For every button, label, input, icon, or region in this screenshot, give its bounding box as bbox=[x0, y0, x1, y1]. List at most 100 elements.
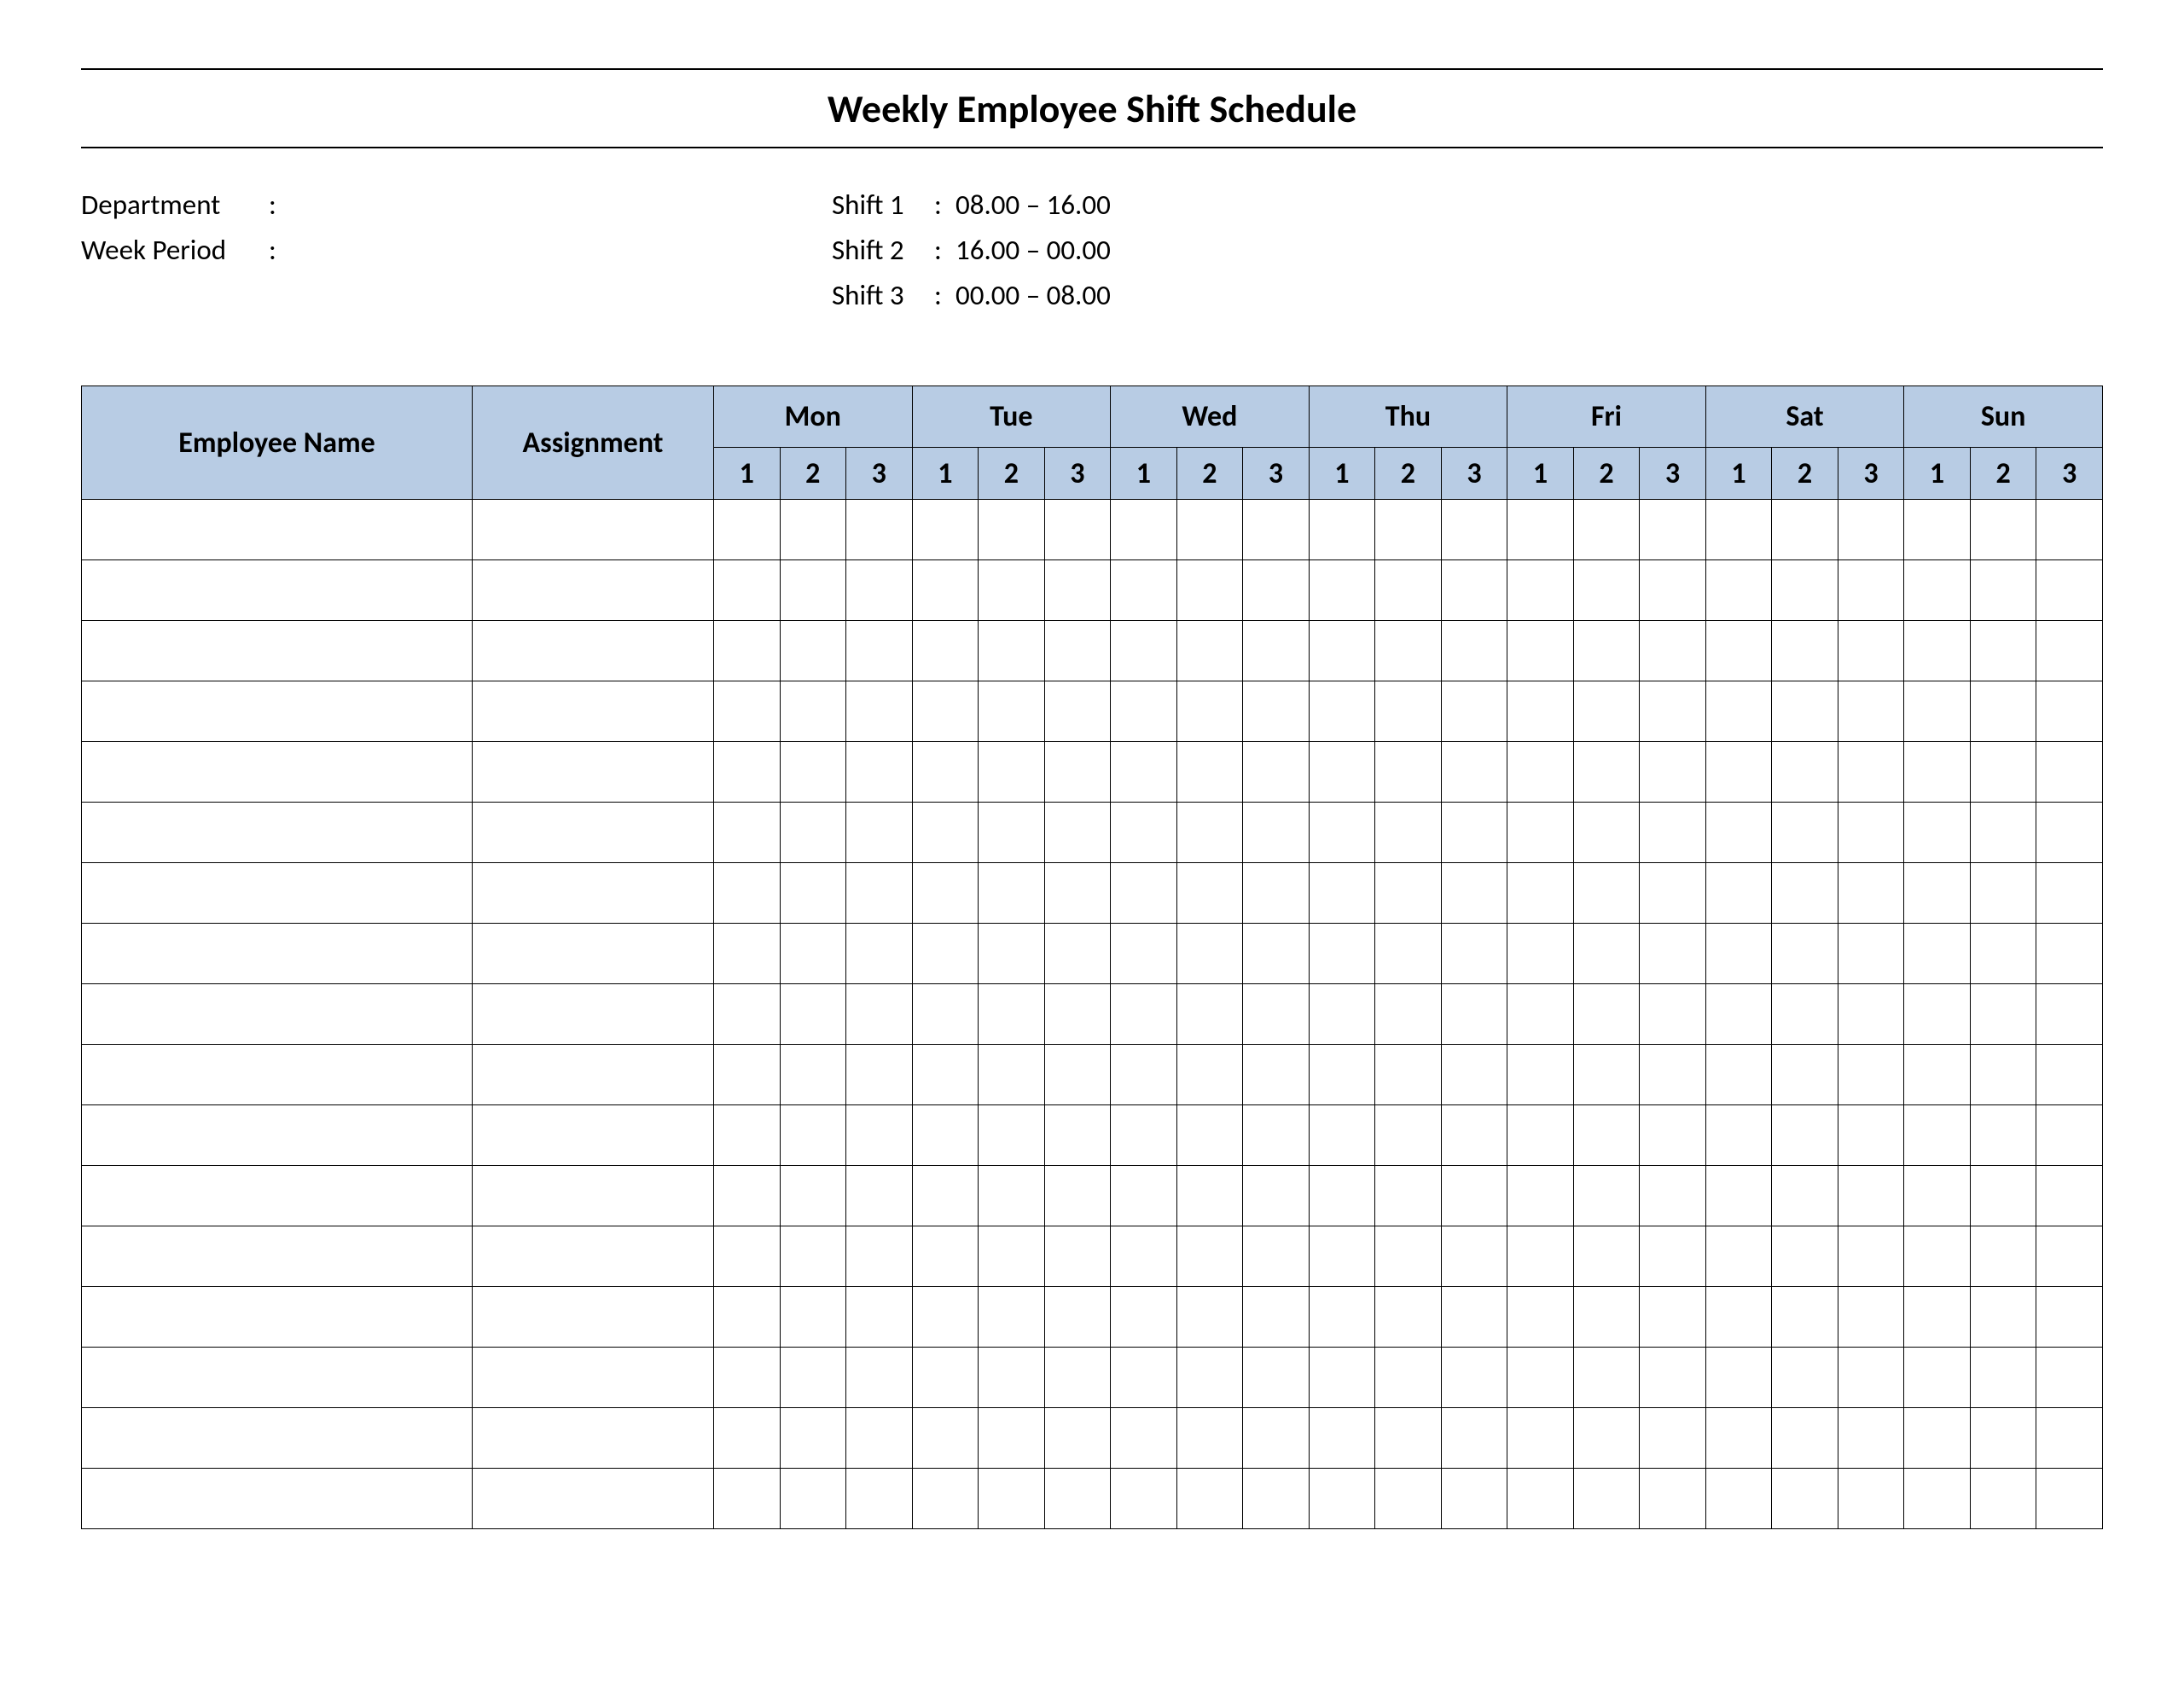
shift-cell bbox=[979, 924, 1045, 984]
department-label: Department bbox=[81, 183, 269, 228]
shift-cell bbox=[1243, 1166, 1310, 1226]
shift-cell bbox=[1573, 863, 1640, 924]
shift-cell bbox=[1176, 621, 1243, 681]
shift-cell bbox=[1111, 984, 1177, 1045]
shift-cell bbox=[780, 621, 846, 681]
shift-cell bbox=[1441, 1408, 1507, 1469]
shift-cell bbox=[714, 1045, 781, 1105]
shift-cell bbox=[1044, 1287, 1111, 1348]
employee-name-cell bbox=[82, 1408, 473, 1469]
shift-cell bbox=[1243, 984, 1310, 1045]
shift-cell bbox=[1507, 1045, 1574, 1105]
shift-cell bbox=[1507, 681, 1574, 742]
shift-cell bbox=[912, 863, 979, 924]
shift-cell bbox=[780, 863, 846, 924]
shift-cell bbox=[1705, 803, 1772, 863]
shift-cell bbox=[1044, 1045, 1111, 1105]
shift-cell bbox=[1375, 1045, 1442, 1105]
shift-cell bbox=[1640, 803, 1706, 863]
shift-cell bbox=[912, 560, 979, 621]
table-row bbox=[82, 984, 2103, 1045]
shift-cell bbox=[979, 560, 1045, 621]
shift-cell bbox=[1904, 863, 1971, 924]
shift-cell bbox=[1640, 742, 1706, 803]
shift-cell bbox=[1970, 924, 2036, 984]
shift-cell bbox=[1507, 863, 1574, 924]
shift-cell bbox=[1375, 681, 1442, 742]
shift-cell bbox=[1176, 1348, 1243, 1408]
shift-cell bbox=[1243, 1226, 1310, 1287]
shift-cell bbox=[1705, 742, 1772, 803]
shift-cell bbox=[912, 681, 979, 742]
shift-cell bbox=[912, 1408, 979, 1469]
shift-cell bbox=[1772, 1105, 1838, 1166]
shift-cell bbox=[846, 1408, 913, 1469]
shift-cell bbox=[1441, 742, 1507, 803]
shift-cell bbox=[1573, 500, 1640, 560]
assignment-header: Assignment bbox=[473, 386, 714, 500]
shift-cell bbox=[714, 1469, 781, 1529]
shift-cell bbox=[1176, 681, 1243, 742]
shift-cell bbox=[1111, 1348, 1177, 1408]
table-row bbox=[82, 1045, 2103, 1105]
shift-cell bbox=[1573, 1045, 1640, 1105]
shift-cell bbox=[1640, 681, 1706, 742]
shift-cell bbox=[912, 803, 979, 863]
shift-cell bbox=[2036, 1226, 2103, 1287]
shift-cell bbox=[780, 1166, 846, 1226]
shift-cell bbox=[1705, 681, 1772, 742]
shift-cell bbox=[714, 1105, 781, 1166]
shift-cell bbox=[1705, 1166, 1772, 1226]
shift-cell bbox=[1573, 1408, 1640, 1469]
shift-num-header: 1 bbox=[1705, 448, 1772, 500]
shift-cell bbox=[1838, 924, 1904, 984]
shift-cell bbox=[846, 1348, 913, 1408]
shift-cell bbox=[2036, 863, 2103, 924]
shift-cell bbox=[1441, 1469, 1507, 1529]
shift-cell bbox=[2036, 681, 2103, 742]
shift-cell bbox=[846, 500, 913, 560]
assignment-cell bbox=[473, 863, 714, 924]
employee-name-cell bbox=[82, 924, 473, 984]
employee-name-cell bbox=[82, 1045, 473, 1105]
shift-cell bbox=[1309, 560, 1375, 621]
shift-cell bbox=[1111, 560, 1177, 621]
shift-cell bbox=[1838, 1287, 1904, 1348]
shift-cell bbox=[1772, 803, 1838, 863]
shift-cell bbox=[1970, 1348, 2036, 1408]
shift-cell bbox=[1243, 681, 1310, 742]
shift-cell bbox=[1111, 621, 1177, 681]
shift-cell bbox=[1507, 803, 1574, 863]
shift-cell bbox=[912, 1045, 979, 1105]
shift-cell bbox=[1838, 1408, 1904, 1469]
shift-cell bbox=[780, 1287, 846, 1348]
shift-cell bbox=[1309, 1166, 1375, 1226]
shift-cell bbox=[979, 500, 1045, 560]
shift-cell bbox=[1309, 1348, 1375, 1408]
table-row bbox=[82, 560, 2103, 621]
table-row bbox=[82, 863, 2103, 924]
shift-cell bbox=[846, 681, 913, 742]
shift-cell bbox=[1772, 1408, 1838, 1469]
table-row bbox=[82, 1348, 2103, 1408]
shift-cell bbox=[1044, 1348, 1111, 1408]
employee-name-cell bbox=[82, 500, 473, 560]
shift-cell bbox=[1705, 1287, 1772, 1348]
shift-cell bbox=[1309, 742, 1375, 803]
shift-cell bbox=[780, 1045, 846, 1105]
shift-cell bbox=[2036, 803, 2103, 863]
shift-cell bbox=[1772, 1469, 1838, 1529]
colon: : bbox=[269, 183, 294, 228]
shift-cell bbox=[1838, 621, 1904, 681]
table-row bbox=[82, 1226, 2103, 1287]
shift-cell bbox=[1640, 1226, 1706, 1287]
shift-cell bbox=[1838, 681, 1904, 742]
shift-cell bbox=[1640, 1045, 1706, 1105]
day-header-thu: Thu bbox=[1309, 386, 1507, 448]
shift-cell bbox=[1309, 1287, 1375, 1348]
shift-cell bbox=[1705, 1408, 1772, 1469]
shift-cell bbox=[1044, 863, 1111, 924]
shift-cell bbox=[1111, 863, 1177, 924]
shift-cell bbox=[912, 621, 979, 681]
shift-cell bbox=[2036, 924, 2103, 984]
